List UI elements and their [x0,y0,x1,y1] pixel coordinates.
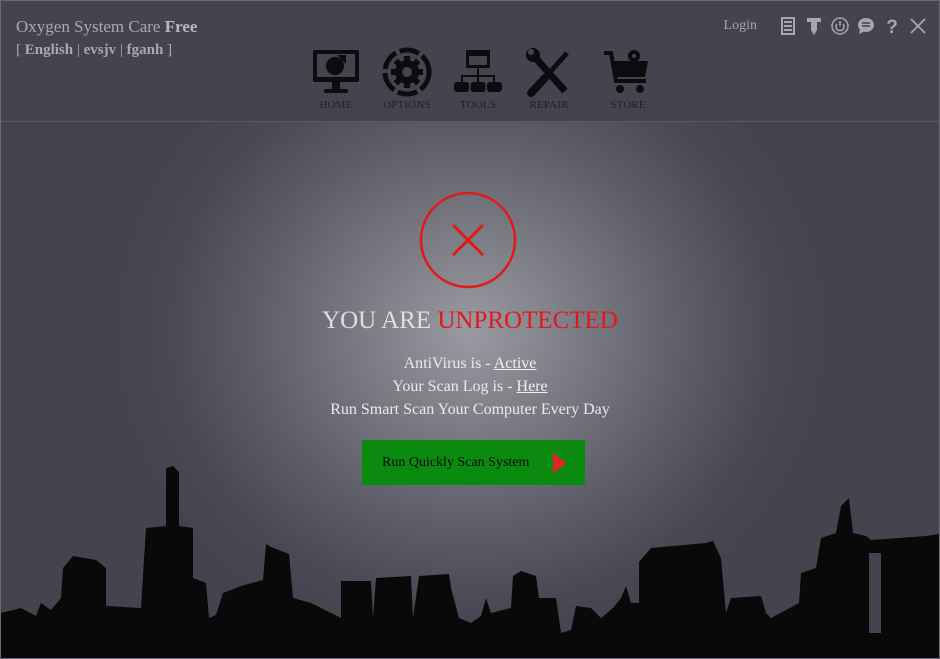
nav-label: HOME [319,99,353,111]
app-title: Oxygen System Care Free [16,17,197,37]
chat-icon[interactable] [857,16,875,36]
nav-store[interactable]: STORE [593,47,663,111]
app-name: Oxygen System Care [16,17,161,36]
antivirus-label: AntiVirus is - [403,355,494,372]
scan-log-status: Your Scan Log is - Here [1,375,939,398]
main-nav: HOME OPTIONS TOOLS REPAIR STORE [301,47,664,111]
app-window: Oxygen System Care Free [ English | evsj… [0,0,940,659]
scan-tip: Run Smart Scan Your Computer Every Day [330,401,610,418]
antivirus-status: AntiVirus is - Active [1,352,939,375]
antivirus-active-link[interactable]: Active [494,355,537,372]
nav-label: STORE [610,99,646,111]
wrench-screwdriver-icon [526,48,569,97]
city-skyline [1,466,939,658]
bracket: ] [167,42,173,58]
scan-log-label: Your Scan Log is - [392,378,517,395]
language-fganh[interactable]: fganh [127,42,164,58]
power-icon[interactable] [831,16,849,36]
window-controls: Login ? [724,16,927,36]
nav-options[interactable]: OPTIONS [372,47,442,111]
language-evsjv[interactable]: evsjv [84,42,117,58]
nav-label: OPTIONS [383,99,431,111]
close-icon[interactable] [909,16,927,36]
language-selector: [ English | evsjv | fganh ] [16,42,172,59]
language-english[interactable]: English [25,42,73,58]
protection-status: UNPROTECTED [437,307,618,334]
network-icon [454,50,502,92]
scan-log-link[interactable]: Here [517,378,548,395]
nav-tools[interactable]: TOOLS [443,47,513,111]
unprotected-x-icon [419,191,517,289]
protection-headline: YOU ARE UNPROTECTED [1,307,939,335]
nav-label: REPAIR [529,99,569,111]
separator: | [119,42,123,58]
headline-prefix: YOU ARE [322,307,438,334]
header-bar: Oxygen System Care Free [ English | evsj… [1,1,939,122]
monitor-chart-icon [313,50,359,93]
edition-label: Free [164,17,198,36]
list-icon[interactable] [779,16,797,36]
pin-icon[interactable] [805,16,823,36]
cart-icon [604,50,648,93]
help-icon[interactable]: ? [883,16,901,36]
nav-label: TOOLS [459,99,497,111]
bracket: [ [16,42,21,58]
nav-home[interactable]: HOME [301,47,371,111]
separator: | [76,42,80,58]
nav-repair[interactable]: REPAIR [514,47,584,111]
svg-text:?: ? [886,17,898,35]
gear-icon [382,47,432,97]
login-link[interactable]: Login [724,18,757,34]
